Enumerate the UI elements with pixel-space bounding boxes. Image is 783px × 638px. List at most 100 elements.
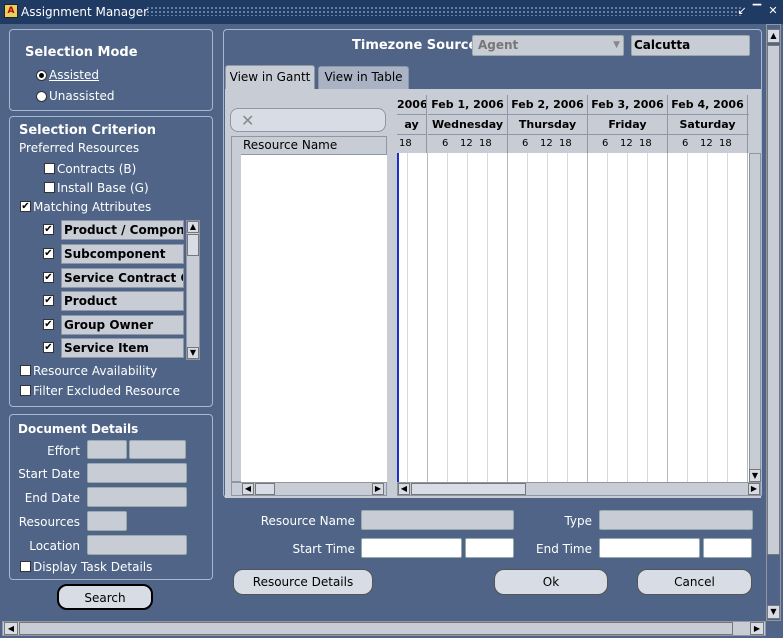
effort-label: Effort xyxy=(47,444,80,458)
timeline-scroll-thumb[interactable] xyxy=(411,483,526,495)
scroll-up-icon[interactable]: ▲ xyxy=(187,221,199,233)
resource-scroll-thumb[interactable] xyxy=(255,483,275,495)
resource-name-label: Resource Name xyxy=(260,514,355,528)
attr-check-4[interactable]: ✔ xyxy=(43,319,54,330)
attr-check-0[interactable]: ✔ xyxy=(43,224,54,235)
timeline-vscrollbar[interactable] xyxy=(749,153,761,482)
hour-label: 18 xyxy=(479,138,492,149)
timeline-scroll-down-icon[interactable]: ▼ xyxy=(749,469,761,482)
day-weekday-0: ay xyxy=(397,115,427,135)
day-date-2: Feb 2, 2006 xyxy=(508,95,588,115)
resource-scroll-right-icon[interactable]: ▶ xyxy=(372,483,384,495)
window-scroll-up-icon[interactable]: ▲ xyxy=(767,29,780,43)
timezone-source-value: Agent xyxy=(478,38,519,52)
filter-excluded-label: Filter Excluded Resource xyxy=(33,384,181,398)
resource-details-button[interactable]: Resource Details xyxy=(233,569,373,595)
day-date-1: Feb 1, 2006 xyxy=(428,95,508,115)
resource-name-field[interactable] xyxy=(361,510,514,530)
day-gridline xyxy=(427,153,428,482)
hour-label: 12 xyxy=(620,138,633,149)
resources-field[interactable] xyxy=(87,511,127,531)
cancel-button[interactable]: Cancel xyxy=(637,569,752,595)
matching-attributes-checkbox[interactable]: ✔ xyxy=(20,201,31,212)
filter-excluded-checkbox[interactable] xyxy=(20,385,31,396)
timeline-body[interactable] xyxy=(397,153,749,482)
attr-service-item[interactable]: Service Item xyxy=(61,338,184,358)
resource-list[interactable] xyxy=(241,155,387,482)
tab-view-in-table[interactable]: View in Table xyxy=(318,66,409,89)
start-date-field[interactable] xyxy=(87,463,187,483)
type-field[interactable] xyxy=(599,510,753,530)
resource-availability-checkbox[interactable] xyxy=(20,365,31,376)
gridline xyxy=(627,153,628,482)
gridline xyxy=(567,153,568,482)
window-scroll-down-icon[interactable]: ▼ xyxy=(767,605,780,619)
tab-view-in-gantt[interactable]: View in Gantt xyxy=(225,65,315,89)
gridline xyxy=(727,153,728,482)
assisted-radio[interactable] xyxy=(36,70,47,81)
start-time-hour-field[interactable] xyxy=(465,538,514,558)
effort-unit-field[interactable] xyxy=(129,440,186,459)
attr-check-1[interactable]: ✔ xyxy=(43,248,54,259)
timezone-city-field[interactable]: Calcutta xyxy=(631,35,750,56)
maximize-icon[interactable]: ▔ xyxy=(751,4,763,18)
start-date-label: Start Date xyxy=(18,467,80,481)
hour-label: 18 xyxy=(399,138,412,149)
end-date-field[interactable] xyxy=(87,487,187,507)
display-task-checkbox[interactable] xyxy=(20,561,31,572)
gridline xyxy=(647,153,648,482)
hour-label: 6 xyxy=(522,138,529,149)
resources-label: Resources xyxy=(18,515,80,529)
attr-service-contract[interactable]: Service Contract Coverage xyxy=(61,268,184,288)
scroll-down-icon[interactable]: ▼ xyxy=(187,347,199,359)
effort-field[interactable] xyxy=(87,440,127,459)
attr-check-2[interactable]: ✔ xyxy=(43,272,54,283)
window-scroll-right-icon[interactable]: ▶ xyxy=(750,622,764,635)
unassisted-label: Unassisted xyxy=(49,89,115,103)
unassisted-radio[interactable] xyxy=(36,91,47,102)
end-time-label: End Time xyxy=(536,542,592,556)
day-gridline xyxy=(747,153,748,482)
location-field[interactable] xyxy=(87,535,187,555)
chevron-down-icon[interactable]: ▼ xyxy=(613,36,620,55)
current-time-marker xyxy=(397,153,399,482)
hour-label: 6 xyxy=(442,138,449,149)
timeline-scroll-left-icon[interactable]: ◀ xyxy=(398,483,410,495)
timezone-source-select[interactable]: Agent ▼ xyxy=(472,35,624,56)
preferred-resources-label: Preferred Resources xyxy=(19,141,140,155)
hour-label: 18 xyxy=(559,138,572,149)
close-icon[interactable]: ✕ xyxy=(767,4,779,18)
install-base-checkbox[interactable] xyxy=(44,182,55,193)
attr-product-component[interactable]: Product / Component xyxy=(61,220,184,240)
end-time-hour-field[interactable] xyxy=(703,538,752,558)
window-scroll-left-icon[interactable]: ◀ xyxy=(4,622,18,635)
attr-group-owner[interactable]: Group Owner xyxy=(61,315,184,335)
attr-subcomponent[interactable]: Subcomponent xyxy=(61,244,184,264)
splitter-handle[interactable] xyxy=(389,108,395,498)
window-hscroll-thumb[interactable] xyxy=(19,622,733,635)
end-time-date-field[interactable] xyxy=(599,538,700,558)
search-button[interactable]: Search xyxy=(57,584,153,610)
start-time-date-field[interactable] xyxy=(361,538,462,558)
clear-button[interactable]: ✕ xyxy=(230,108,386,132)
attr-product[interactable]: Product xyxy=(61,291,184,311)
ok-button[interactable]: Ok xyxy=(494,569,608,595)
contracts-checkbox[interactable] xyxy=(44,163,55,174)
resource-name-header[interactable]: Resource Name xyxy=(241,136,387,155)
attr-check-3[interactable]: ✔ xyxy=(43,295,54,306)
minimize-icon[interactable]: ↙ xyxy=(736,4,748,18)
hours-cell-2: 6 12 18 xyxy=(508,135,588,153)
day-gridline xyxy=(507,153,508,482)
contracts-label: Contracts (B) xyxy=(57,162,137,176)
hour-label: 12 xyxy=(540,138,553,149)
start-time-label: Start Time xyxy=(292,542,356,556)
hours-cell-3: 6 12 18 xyxy=(588,135,668,153)
selection-criterion-title: Selection Criterion xyxy=(19,123,157,138)
end-date-label: End Date xyxy=(24,491,80,505)
attr-check-5[interactable]: ✔ xyxy=(43,342,54,353)
window-vscroll-thumb[interactable] xyxy=(767,45,780,555)
scroll-thumb[interactable] xyxy=(187,234,199,256)
timeline-scroll-right-icon[interactable]: ▶ xyxy=(748,483,760,495)
display-task-label: Display Task Details xyxy=(33,560,153,574)
resource-scroll-left-icon[interactable]: ◀ xyxy=(242,483,254,495)
